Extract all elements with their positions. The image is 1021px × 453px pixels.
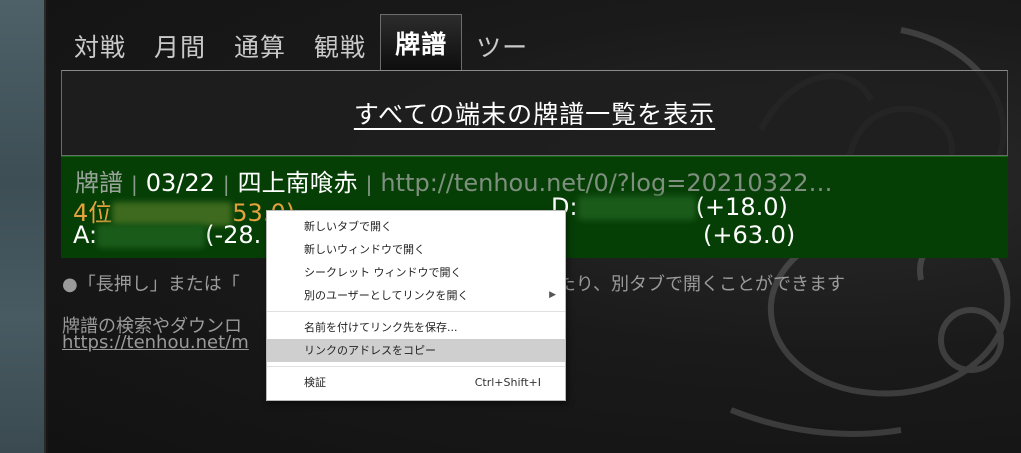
menu-copy-link-address[interactable]: リンクのアドレスをコピー [267,339,565,362]
menu-label: 新しいウィンドウで開く [304,243,425,256]
show-all-logs-link[interactable]: すべての端末の牌譜一覧を表示 [354,95,715,131]
context-menu: 新しいタブで開く 新しいウィンドウで開く シークレット ウィンドウで開く 別のユ… [266,210,566,401]
show-all-panel: すべての端末の牌譜一覧を表示 [61,70,1008,156]
player-b-line: (+63.0) [703,221,795,249]
menu-save-link-as[interactable]: 名前を付けてリンク先を保存... [267,316,565,339]
menu-shortcut: Ctrl+Shift+I [474,376,541,389]
tab-bar: 対戦 月間 通算 観戦 牌譜 ツー [60,14,542,70]
redacted-name [577,196,696,220]
chevron-right-icon: ▶ [549,290,556,300]
player-a-line: A: (-28. [73,221,261,249]
menu-open-as-user[interactable]: 別のユーザーとしてリンクを開く ▶ [267,284,565,307]
menu-open-new-window[interactable]: 新しいウィンドウで開く [267,238,565,261]
tab-total[interactable]: 通算 [220,22,300,70]
player-b-score: (+63.0) [703,221,796,249]
hint-text-start: ●「長押し」または「 [62,274,240,295]
menu-open-new-tab[interactable]: 新しいタブで開く [267,215,565,238]
mjlog-link[interactable]: https://tenhou.net/m [62,332,249,353]
menu-label: リンクのアドレスをコピー [304,344,436,357]
menu-label: 新しいタブで開く [304,220,392,233]
menu-divider [267,366,565,367]
player-d-line: D: (+18.0) [551,193,788,221]
menu-open-incognito[interactable]: シークレット ウィンドウで開く [267,261,565,284]
tab-spectate[interactable]: 観戦 [300,22,380,70]
tab-taisen[interactable]: 対戦 [60,22,140,70]
separator: | [365,172,373,196]
tab-monthly[interactable]: 月間 [140,22,220,70]
player-d-score: (+18.0) [695,193,788,221]
menu-divider [267,311,565,312]
background-strip [0,0,46,453]
menu-label: 別のユーザーとしてリンクを開く [304,289,469,302]
hint-text-end: ったり、別タブで開くことができます [539,274,845,295]
menu-inspect[interactable]: 検証 Ctrl+Shift+I [267,371,565,394]
player-a-label: A: [73,221,98,249]
menu-label: シークレット ウィンドウで開く [304,266,462,279]
menu-label: 名前を付けてリンク先を保存... [304,321,458,334]
player-a-score: (-28. [205,221,262,249]
tab-tools[interactable]: ツー [462,22,542,70]
tab-haifu[interactable]: 牌譜 [380,14,463,70]
menu-label: 検証 [304,376,326,389]
redacted-name [97,224,206,248]
